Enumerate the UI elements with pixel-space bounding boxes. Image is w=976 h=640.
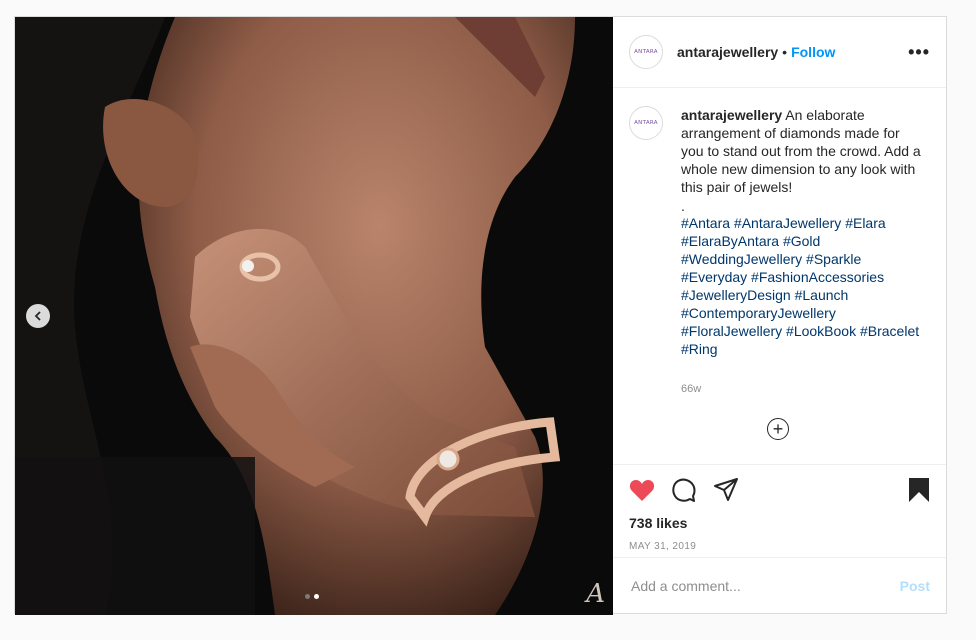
caption-time[interactable]: 66w [681,380,921,398]
like-button[interactable] [629,478,655,502]
separator: • [782,44,788,60]
caption-hashtags[interactable]: #Antara #AntaraJewellery #Elara #ElaraBy… [681,214,921,358]
comment-icon [672,478,696,502]
load-more-comments-button[interactable]: + [767,418,789,440]
save-button[interactable] [908,477,930,503]
share-icon [714,478,738,501]
post-date[interactable]: MAY 31, 2019 [629,541,930,552]
post-media[interactable]: A [15,17,613,615]
carousel-dot [305,594,310,599]
avatar-logo-text: ANTARA [634,49,658,55]
chevron-left-icon [34,311,41,321]
caption-dot: . [681,198,685,214]
carousel-dot-active [314,594,319,599]
follow-button[interactable]: Follow [791,44,835,60]
caption: antarajewellery An elaborate arrangement… [681,106,921,464]
caption-avatar[interactable]: ANTARA [629,106,663,140]
likes-count[interactable]: 738 likes [629,515,930,531]
post-comment-button[interactable]: Post [900,578,930,594]
post-actions: 738 likes MAY 31, 2019 [613,464,946,557]
plus-circle-icon: + [772,419,784,439]
avatar[interactable]: ANTARA [629,35,663,69]
add-comment-bar: Post [613,557,946,613]
post-card: A ANTARA antarajewellery • Follow ••• AN… [14,16,947,615]
comment-button[interactable] [671,477,697,503]
brand-signature: A [586,579,605,609]
carousel-indicator [305,594,319,599]
comment-input[interactable] [629,576,900,595]
caption-username[interactable]: antarajewellery [681,107,782,123]
username-link[interactable]: antarajewellery [677,44,778,60]
caption-area: ANTARA antarajewellery An elaborate arra… [613,88,946,464]
heart-icon [629,480,655,501]
share-button[interactable] [713,477,739,503]
post-photo [15,17,613,615]
bookmark-icon [909,478,929,502]
carousel-prev-button[interactable] [26,304,50,328]
avatar-logo-text: ANTARA [634,120,658,126]
post-header: ANTARA antarajewellery • Follow ••• [613,17,946,88]
post-sidebar: ANTARA antarajewellery • Follow ••• ANTA… [613,17,946,613]
more-options-icon[interactable]: ••• [908,42,930,63]
